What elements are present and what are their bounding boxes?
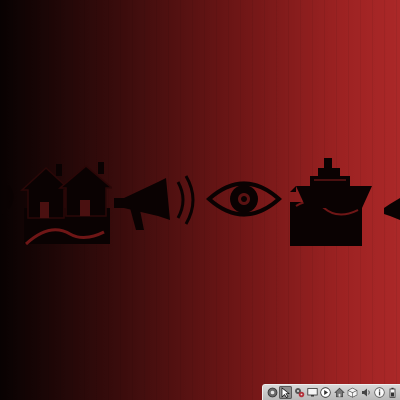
play-button[interactable]	[320, 386, 332, 399]
wallpaper-art: netaflags	[0, 150, 400, 397]
megaphone-icon	[112, 172, 202, 242]
gear-button[interactable]	[266, 386, 278, 399]
monitor-button[interactable]	[306, 386, 318, 399]
volume-button[interactable]	[360, 386, 372, 399]
cursor-icon	[281, 387, 291, 398]
battery-icon	[389, 387, 396, 398]
speaker-icon	[361, 388, 370, 397]
gears-icon	[294, 388, 304, 398]
home-icon	[333, 387, 345, 398]
home-button[interactable]	[333, 386, 345, 399]
info-button[interactable]	[373, 386, 385, 399]
gears-button[interactable]	[293, 386, 305, 399]
info-icon	[374, 387, 385, 398]
taskbar	[262, 384, 400, 400]
battery-button[interactable]	[387, 386, 399, 399]
monitor-icon	[307, 388, 318, 397]
cube-icon	[347, 387, 358, 398]
cursor-button[interactable]	[279, 386, 292, 399]
houses-icon	[20, 162, 112, 246]
gear-icon	[267, 387, 278, 398]
sound-waves-icon	[0, 172, 20, 222]
play-icon	[320, 387, 332, 398]
megaphone-icon	[380, 194, 400, 224]
cube-button[interactable]	[346, 386, 358, 399]
ship-icon	[288, 156, 376, 248]
eye-icon	[206, 176, 282, 222]
